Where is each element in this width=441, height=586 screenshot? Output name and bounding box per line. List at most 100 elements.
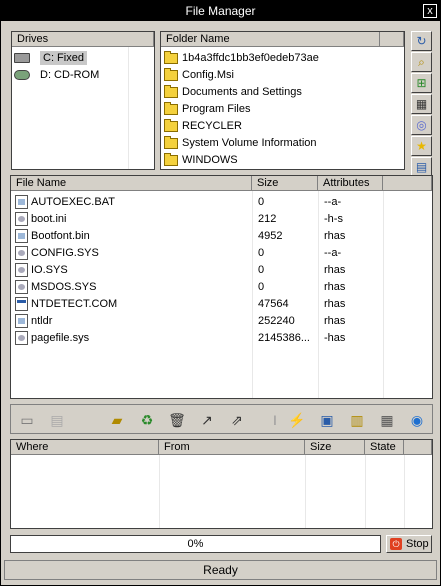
file-row[interactable]: MSDOS.SYS 0 rhas [11,279,432,296]
state-header[interactable]: State [365,440,404,455]
file-name-cell: boot.ini [15,211,251,228]
folder-search-icon: ⌕ [418,55,425,69]
drives-header[interactable]: Drives [12,32,154,47]
file-row[interactable]: Bootfont.bin 4952 rhas [11,228,432,245]
file-size: 0 [258,281,265,293]
file-name: pagefile.sys [31,332,90,344]
file-name-cell: CONFIG.SYS [15,245,251,262]
status-bar: Ready [4,560,437,580]
file-row[interactable]: NTDETECT.COM 47564 rhas [11,296,432,313]
file-attributes: rhas [324,230,346,242]
file-name: MSDOS.SYS [31,281,97,293]
recycle-button[interactable]: ♻ [133,407,161,433]
drive-item[interactable]: C: Fixed [14,50,87,67]
favorites-button[interactable]: ★ [411,136,432,156]
drive-button[interactable]: ▭ [13,407,41,433]
window-title: File Manager [185,4,256,18]
computer-button[interactable]: ▦ [373,407,401,433]
progress-bar: 0% [10,535,381,553]
size-header[interactable]: Size [252,176,318,191]
cdrom-drive-icon [14,70,30,81]
status-text: Ready [203,563,238,577]
recycle-icon: ♻ [140,412,154,428]
refresh-icon: ↻ [416,34,427,48]
file-name: boot.ini [31,213,67,225]
action-toolbar: ▭ ▤ ▰ ♻ 🗑 ↗ ⇗ I ⚡ ▣ ▥ ▦ ◉ [10,404,433,434]
stop-icon: ⏻ [390,538,402,550]
move-button[interactable]: ⇗ [223,407,251,433]
folder-label: 1b4a3ffdc1bb3ef0edeb73ae [182,52,319,64]
folder-item[interactable]: Documents and Settings [164,84,302,101]
from-header[interactable]: From [159,440,305,455]
file-size: 252240 [258,315,295,327]
title-bar[interactable]: File Manager x [1,1,440,21]
batch-file-icon [15,195,28,210]
drive-icon: ▭ [20,412,34,428]
drive-label: C: Fixed [40,51,87,65]
windows-logo-icon: ⊞ [416,76,427,90]
copy-button[interactable]: ↗ [193,407,221,433]
book-button[interactable]: ▥ [343,407,371,433]
folder-item[interactable]: Config.Msi [164,67,234,84]
file-name-header[interactable]: File Name [11,176,252,191]
close-button[interactable]: x [423,4,437,18]
network-button[interactable]: ◎ [411,115,432,135]
file-name: NTDETECT.COM [31,298,118,310]
film-icon: ▦ [415,97,428,111]
file-name: Bootfont.bin [31,230,90,242]
notepad-button[interactable]: ▤ [43,407,71,433]
internet-button[interactable]: ◉ [403,407,431,433]
folder-item[interactable]: System Volume Information [164,135,317,152]
transfer-size-header[interactable]: Size [305,440,365,455]
folder-icon [164,84,178,98]
file-name-cell: ntldr [15,313,251,330]
stop-button[interactable]: ⏻ Stop [386,535,432,553]
computer-icon: ▦ [380,412,394,428]
file-row[interactable]: pagefile.sys 2145386... -has [11,330,432,347]
folder-label: WINDOWS [182,154,238,166]
window-button[interactable]: ▣ [313,407,341,433]
file-name-cell: IO.SYS [15,262,251,279]
folder-item[interactable]: RECYCLER [164,118,242,135]
folder-item[interactable]: 1b4a3ffdc1bb3ef0edeb73ae [164,50,319,67]
explore-button[interactable]: ⌕ [411,52,432,72]
where-header[interactable]: Where [11,440,159,455]
file-row[interactable]: boot.ini 212 -h-s [11,211,432,228]
windows-button[interactable]: ⊞ [411,73,432,93]
media-button[interactable]: ▦ [411,94,432,114]
file-attributes: rhas [324,298,346,310]
file-name-cell: pagefile.sys [15,330,251,347]
file-row[interactable]: ntldr 252240 rhas [11,313,432,330]
file-row[interactable]: AUTOEXEC.BAT 0 --a- [11,194,432,211]
folder-label: Program Files [182,103,251,115]
folder-label: Documents and Settings [182,86,302,98]
folder-item[interactable]: Program Files [164,101,250,118]
file-name-cell: MSDOS.SYS [15,279,251,296]
drives-panel: Drives C: Fixed D: CD-ROM [11,31,155,170]
move-arrow-icon: ⇗ [231,412,243,428]
refresh-button[interactable]: ↻ [411,31,432,51]
trash-icon: 🗑 [168,412,186,428]
attributes-header[interactable]: Attributes [318,176,383,191]
execute-button[interactable]: ⚡ [283,407,311,433]
properties-button[interactable]: ▤ [411,157,432,177]
stop-label: Stop [406,538,429,550]
delete-button[interactable]: 🗑 [163,407,191,433]
files-panel: File Name Size Attributes AUTOEXEC.BAT 0 -… [10,175,433,399]
folder-name-header[interactable]: Folder Name [161,32,380,47]
notepad-icon: ▤ [50,412,64,428]
file-name: ntldr [31,315,53,327]
new-folder-button[interactable]: ▰ [103,407,131,433]
folders-panel: Folder Name 1b4a3ffdc1bb3ef0edeb73ae Conf… [160,31,405,170]
file-row[interactable]: IO.SYS 0 rhas [11,262,432,279]
book-icon: ▥ [350,412,364,428]
file-attributes: --a- [324,196,342,208]
folder-label: System Volume Information [182,137,317,149]
drive-item[interactable]: D: CD-ROM [14,67,99,84]
internet-globe-icon: ◉ [410,412,424,428]
folder-item[interactable]: WINDOWS [164,152,238,169]
folder-icon [164,135,178,149]
folder-label: RECYCLER [182,120,242,132]
file-row[interactable]: CONFIG.SYS 0 --a- [11,245,432,262]
hard-drive-icon [14,53,30,64]
